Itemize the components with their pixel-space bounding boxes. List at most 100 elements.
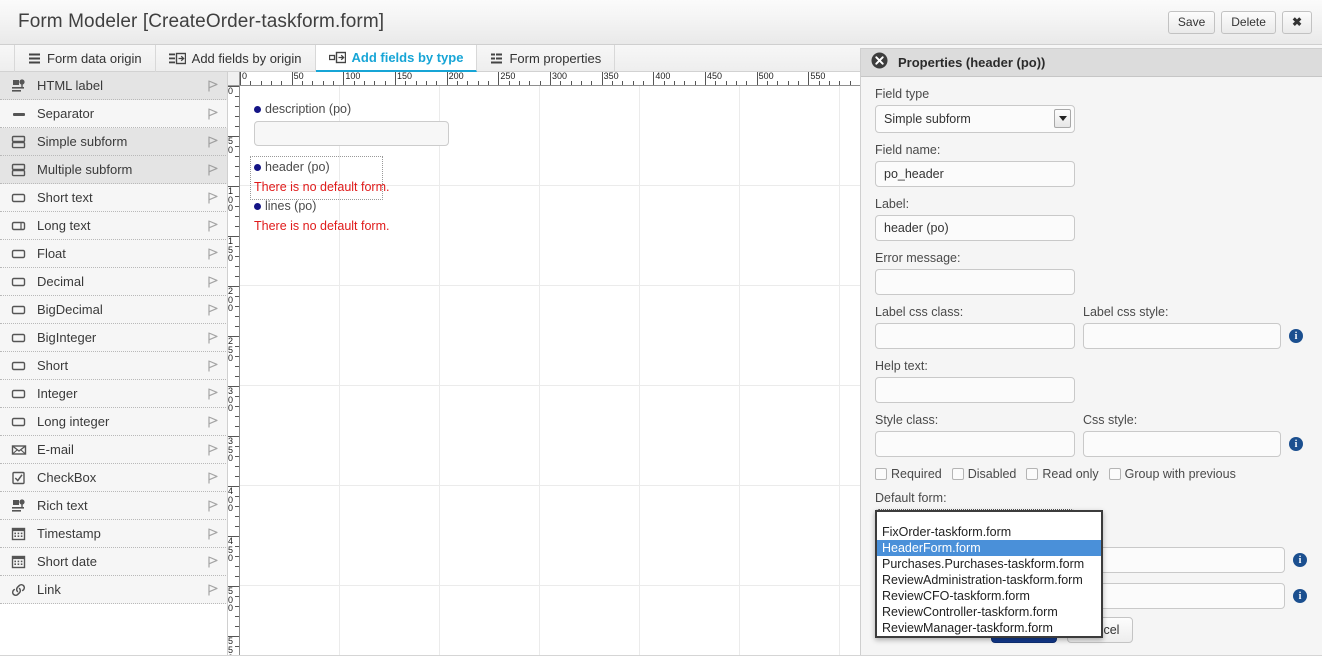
ruler-label: 500 bbox=[759, 72, 774, 81]
checkbox-box[interactable] bbox=[875, 468, 887, 480]
delete-button[interactable]: Delete bbox=[1221, 11, 1276, 34]
ruler-tick bbox=[235, 366, 239, 367]
flag-icon[interactable] bbox=[206, 163, 220, 177]
palette-item-rich-text[interactable]: Rich text bbox=[0, 492, 228, 520]
checkbox-disabled[interactable]: Disabled bbox=[952, 467, 1017, 481]
palette-item-short[interactable]: Short bbox=[0, 352, 228, 380]
flag-icon[interactable] bbox=[206, 583, 220, 597]
tab-form-data-origin[interactable]: Form data origin bbox=[14, 45, 156, 72]
info-icon[interactable]: i bbox=[1293, 589, 1307, 603]
save-button[interactable]: Save bbox=[1168, 11, 1215, 34]
info-icon[interactable]: i bbox=[1293, 553, 1307, 567]
palette-item-biginteger[interactable]: BigInteger bbox=[0, 324, 228, 352]
close-button[interactable]: ✖ bbox=[1282, 11, 1312, 34]
canvas-field-header[interactable]: header (po) There is no default form. bbox=[250, 156, 383, 200]
ruler-tick bbox=[498, 72, 499, 85]
ruler-tick bbox=[416, 81, 417, 85]
info-icon[interactable]: i bbox=[1289, 437, 1303, 451]
style-css-row: Style class: Css style: i bbox=[875, 413, 1308, 457]
dropdown-option[interactable]: ReviewCFO-taskform.form bbox=[877, 588, 1101, 604]
canvas-field-description[interactable]: description (po) bbox=[254, 102, 449, 146]
flag-icon[interactable] bbox=[206, 107, 220, 121]
css-style-input[interactable] bbox=[1083, 431, 1281, 457]
ruler-tick bbox=[798, 81, 799, 85]
palette-item-separator[interactable]: Separator bbox=[0, 100, 228, 128]
palette-item-html-label[interactable]: HTML label bbox=[0, 72, 228, 100]
palette-item-link[interactable]: Link bbox=[0, 576, 228, 604]
palette-item-long-text[interactable]: Long text bbox=[0, 212, 228, 240]
ruler-tick bbox=[581, 81, 582, 85]
flag-icon[interactable] bbox=[206, 387, 220, 401]
envelope-icon bbox=[10, 442, 28, 458]
palette-item-long-integer[interactable]: Long integer bbox=[0, 408, 228, 436]
dropdown-option[interactable]: FixOrder-taskform.form bbox=[877, 524, 1101, 540]
flag-icon[interactable] bbox=[206, 191, 220, 205]
ruler-tick bbox=[235, 156, 239, 157]
flag-icon[interactable] bbox=[206, 359, 220, 373]
flag-icon[interactable] bbox=[206, 79, 220, 93]
info-icon[interactable]: i bbox=[1289, 329, 1303, 343]
canvas-field-lines[interactable]: lines (po) There is no default form. bbox=[254, 199, 389, 233]
ruler-tick bbox=[746, 81, 747, 85]
field-flags-row: Required Disabled Read only Group with prev… bbox=[875, 467, 1308, 481]
palette-item-simple-subform[interactable]: Simple subform bbox=[0, 128, 228, 156]
dropdown-option[interactable]: Purchases.Purchases-taskform.form bbox=[877, 556, 1101, 572]
style-class-input[interactable] bbox=[875, 431, 1075, 457]
palette-item-multiple-subform[interactable]: Multiple subform bbox=[0, 156, 228, 184]
checkbox-required[interactable]: Required bbox=[875, 467, 942, 481]
dropdown-option[interactable]: ReviewManager-taskform.form bbox=[877, 620, 1101, 636]
palette-item-label: CheckBox bbox=[37, 470, 206, 485]
tab-add-fields-by-type[interactable]: Add fields by type bbox=[316, 45, 478, 72]
palette-item-checkbox[interactable]: CheckBox bbox=[0, 464, 228, 492]
palette-item-timestamp[interactable]: Timestamp bbox=[0, 520, 228, 548]
dropdown-option[interactable]: HeaderForm.form bbox=[877, 540, 1101, 556]
tab-form-properties[interactable]: Form properties bbox=[477, 45, 615, 72]
ruler-tick bbox=[664, 81, 665, 85]
palette-item-bigdecimal[interactable]: BigDecimal bbox=[0, 296, 228, 324]
dropdown-option[interactable] bbox=[877, 512, 1101, 524]
flag-icon[interactable] bbox=[206, 135, 220, 149]
link-icon bbox=[10, 582, 28, 598]
close-circle-icon[interactable] bbox=[871, 52, 888, 74]
flag-icon[interactable] bbox=[206, 247, 220, 261]
flag-icon[interactable] bbox=[206, 303, 220, 317]
checkbox-box[interactable] bbox=[1109, 468, 1121, 480]
field-type-palette[interactable]: HTML labelSeparatorSimple subformMultipl… bbox=[0, 72, 228, 656]
label-css-class-input[interactable] bbox=[875, 323, 1075, 349]
flag-icon[interactable] bbox=[206, 527, 220, 541]
flag-icon[interactable] bbox=[206, 555, 220, 569]
tab-add-fields-by-origin[interactable]: Add fields by origin bbox=[156, 45, 316, 72]
ruler-tick bbox=[240, 72, 241, 85]
flag-icon[interactable] bbox=[206, 499, 220, 513]
default-form-dropdown-list[interactable]: FixOrder-taskform.formHeaderForm.formPur… bbox=[875, 510, 1103, 638]
palette-item-decimal[interactable]: Decimal bbox=[0, 268, 228, 296]
palette-item-short-text[interactable]: Short text bbox=[0, 184, 228, 212]
textbox-icon bbox=[10, 358, 28, 374]
error-message-input[interactable] bbox=[875, 269, 1075, 295]
checkbox-group-with-previous[interactable]: Group with previous bbox=[1109, 467, 1236, 481]
label-css-row: Label css class: Label css style: i bbox=[875, 305, 1308, 349]
flag-icon[interactable] bbox=[206, 219, 220, 233]
dropdown-option[interactable]: ReviewAdministration-taskform.form bbox=[877, 572, 1101, 588]
description-input[interactable] bbox=[254, 121, 449, 146]
flag-icon[interactable] bbox=[206, 471, 220, 485]
flag-icon[interactable] bbox=[206, 415, 220, 429]
flag-icon[interactable] bbox=[206, 331, 220, 345]
field-name-input[interactable] bbox=[875, 161, 1075, 187]
flag-icon[interactable] bbox=[206, 275, 220, 289]
dropdown-option[interactable]: ReviewController-taskform.form bbox=[877, 604, 1101, 620]
help-text-input[interactable] bbox=[875, 377, 1075, 403]
checkbox-box[interactable] bbox=[952, 468, 964, 480]
flag-icon[interactable] bbox=[206, 443, 220, 457]
palette-item-e-mail[interactable]: E-mail bbox=[0, 436, 228, 464]
label-css-style-input[interactable] bbox=[1083, 323, 1281, 349]
palette-item-integer[interactable]: Integer bbox=[0, 380, 228, 408]
palette-item-short-date[interactable]: Short date bbox=[0, 548, 228, 576]
label-input[interactable] bbox=[875, 215, 1075, 241]
palette-item-float[interactable]: Float bbox=[0, 240, 228, 268]
checkbox-box[interactable] bbox=[1026, 468, 1038, 480]
form-canvas[interactable]: description (po) header (po) There is no… bbox=[240, 86, 860, 656]
field-type-select[interactable]: Simple subform bbox=[875, 105, 1075, 133]
label-css-style-row: i bbox=[1083, 323, 1303, 349]
checkbox-read-only[interactable]: Read only bbox=[1026, 467, 1098, 481]
